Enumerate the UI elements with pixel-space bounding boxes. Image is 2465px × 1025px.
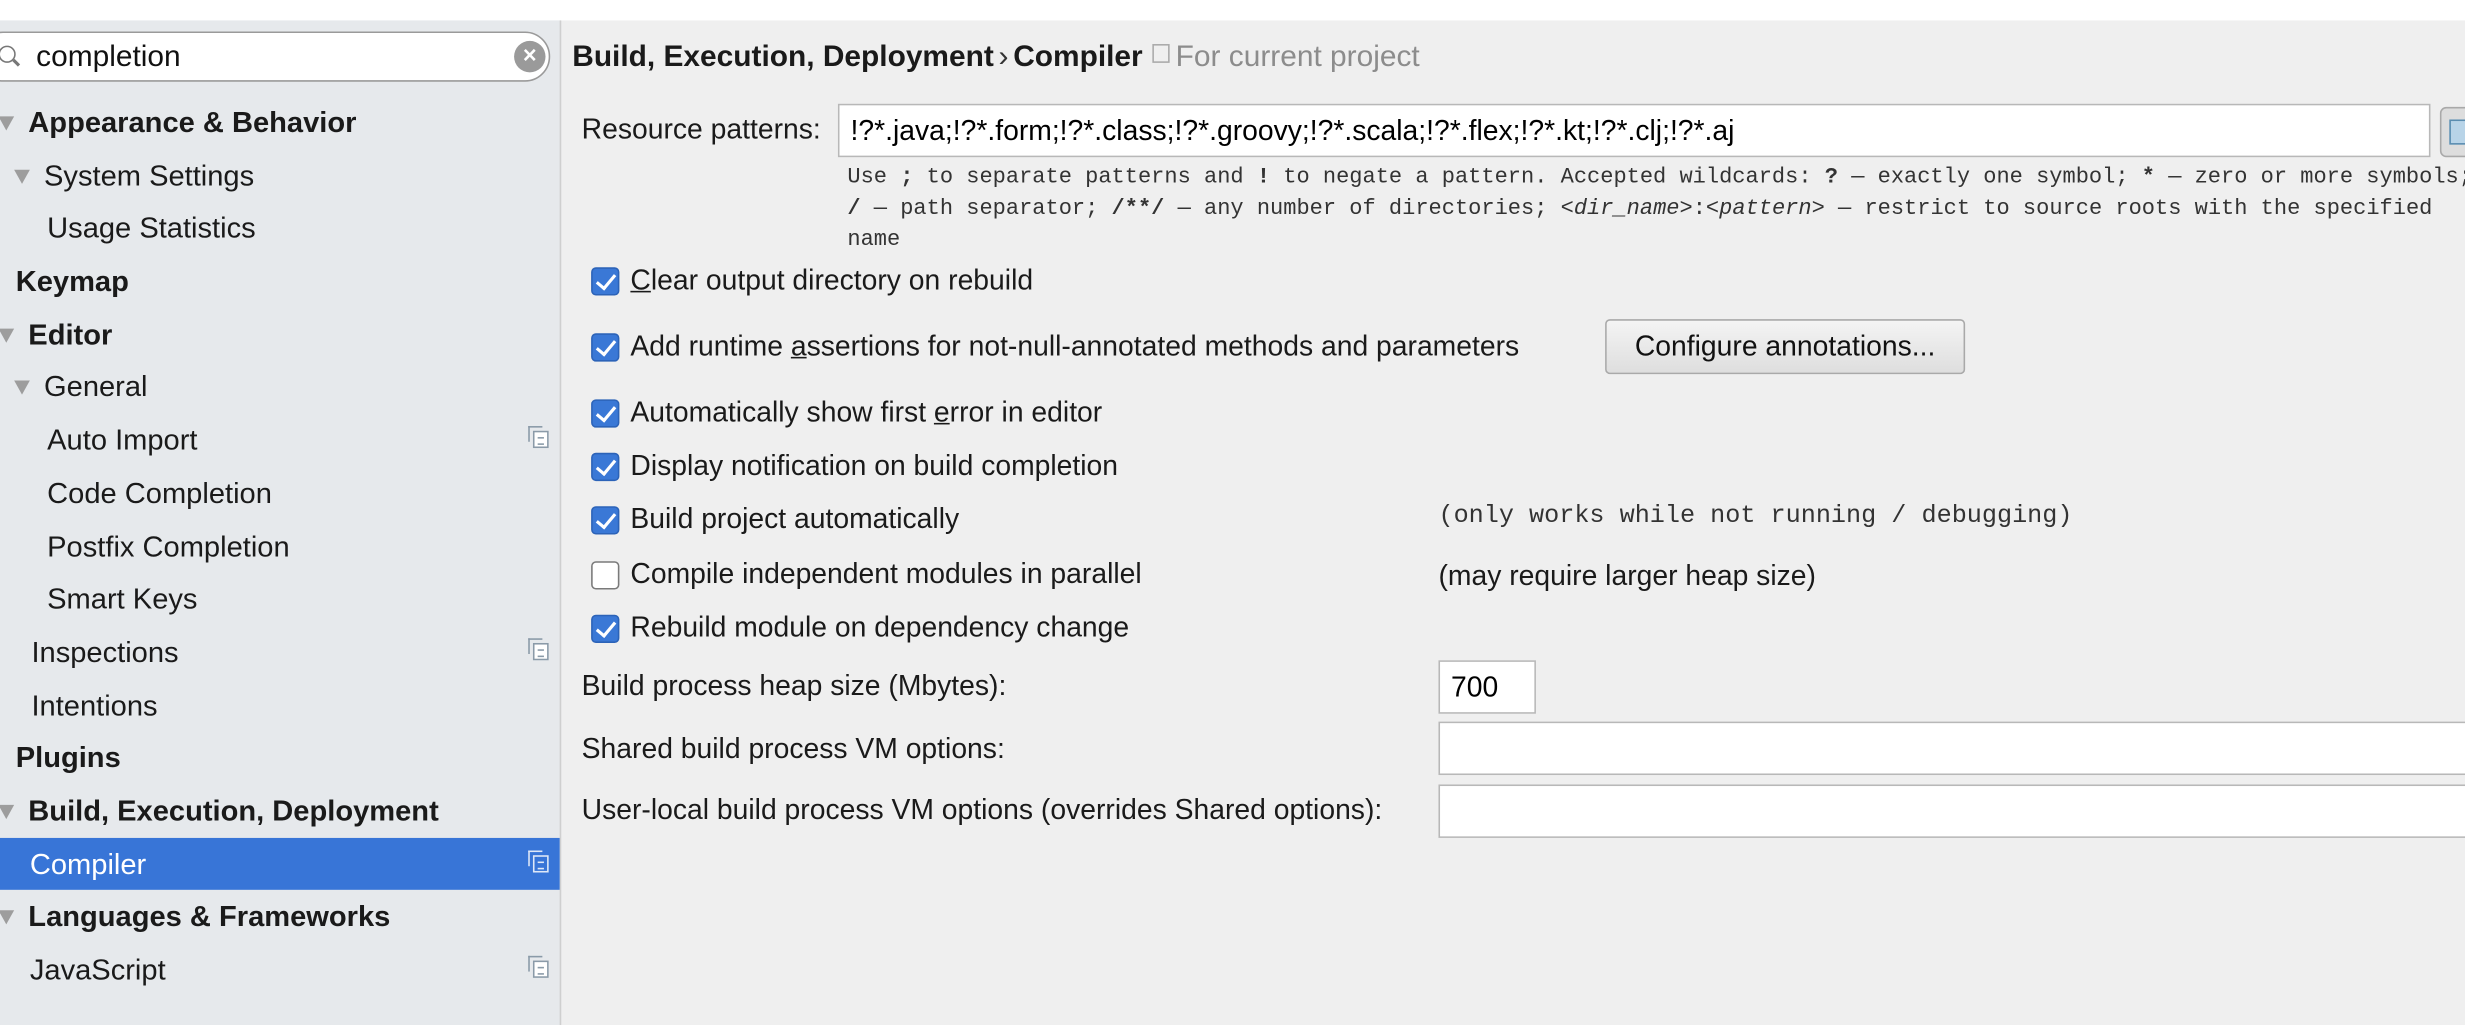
search-box[interactable]: × — [0, 31, 551, 82]
tree-item-javascript[interactable]: JavaScript — [0, 943, 560, 996]
tree-item-keymap[interactable]: Keymap — [0, 255, 560, 308]
project-scope-icon — [1152, 44, 1170, 63]
expand-arrow-icon[interactable] — [14, 381, 30, 396]
tree-item-postfix-completion[interactable]: Postfix Completion — [0, 520, 560, 573]
project-settings-icon — [528, 955, 549, 978]
tree-item-label: JavaScript — [29, 952, 166, 986]
auto-build-note: (only works while not running / debuggin… — [1438, 501, 2073, 530]
tree-item-label: Postfix Completion — [47, 529, 290, 563]
settings-tree: Appearance & Behavior System Settings Us… — [0, 96, 560, 996]
project-settings-icon — [528, 849, 549, 872]
tree-item-system-settings[interactable]: System Settings — [0, 149, 560, 202]
expand-arrow-icon[interactable] — [0, 328, 15, 343]
tree-item-languages-frameworks[interactable]: Languages & Frameworks — [0, 890, 560, 943]
settings-sidebar: × Appearance & Behavior System Settings … — [0, 20, 562, 1025]
checkbox-checked[interactable] — [591, 333, 620, 362]
tree-item-usage-statistics[interactable]: Usage Statistics — [0, 202, 560, 255]
user-vm-options-label: User-local build process VM options (ove… — [581, 793, 1383, 826]
resource-patterns-help: Use ; to separate patterns and ! to nega… — [847, 165, 2465, 254]
compiler-settings-panel: Build, Execution, Deployment › Compiler For… — [561, 20, 2465, 1025]
tree-item-label: Build, Execution, Deployment — [28, 793, 439, 827]
checkbox-label: Rebuild module on dependency change — [630, 611, 1130, 643]
resource-patterns-label: Resource patterns: — [581, 113, 821, 145]
tree-item-code-completion[interactable]: Code Completion — [0, 467, 560, 520]
heap-size-input[interactable] — [1438, 660, 1536, 714]
settings-dialog: × Appearance & Behavior System Settings … — [0, 0, 2465, 1025]
breadcrumb: Build, Execution, Deployment › Compiler For… — [572, 41, 1419, 76]
expand-arrow-icon[interactable] — [0, 116, 15, 131]
checkbox-checked[interactable] — [591, 399, 620, 428]
tree-item-editor[interactable]: Editor — [0, 308, 560, 361]
parallel-note: (may require larger heap size) — [1438, 559, 1816, 592]
expand-icon — [2449, 119, 2465, 145]
checkbox-checked[interactable] — [591, 267, 620, 296]
checkbox-label: Automatically show first error in editor — [630, 396, 1103, 428]
search-icon — [0, 45, 16, 63]
tree-item-plugins[interactable]: Plugins — [0, 731, 560, 784]
tree-item-label: Languages & Frameworks — [28, 899, 391, 933]
clear-search-icon[interactable]: × — [514, 40, 546, 73]
tree-item-compiler[interactable]: Compiler — [0, 837, 560, 891]
tree-item-label: Usage Statistics — [47, 211, 256, 245]
tree-item-label: General — [44, 370, 148, 404]
tree-item-label: Auto Import — [47, 423, 198, 457]
tree-item-label: Keymap — [15, 264, 129, 298]
tree-item-label: Code Completion — [47, 476, 272, 510]
shared-vm-options-label: Shared build process VM options: — [581, 732, 1005, 765]
tree-item-build-execution-deployment[interactable]: Build, Execution, Deployment — [0, 784, 560, 837]
checkbox-label: Clear output directory on rebuild — [630, 264, 1034, 296]
tree-item-label: Appearance & Behavior — [28, 105, 357, 139]
tree-item-label: Compiler — [29, 846, 147, 880]
search-input[interactable] — [33, 37, 480, 79]
checkbox-label: Add runtime assertions for not-null-anno… — [630, 330, 1520, 362]
project-settings-icon — [528, 426, 549, 449]
configure-annotations-button[interactable]: Configure annotations... — [1605, 319, 1966, 375]
checkbox-checked[interactable] — [591, 452, 620, 482]
tree-item-auto-import[interactable]: Auto Import — [0, 414, 560, 467]
shared-vm-options-input[interactable] — [1438, 721, 2465, 776]
checkbox-checked[interactable] — [591, 614, 620, 643]
tree-item-label: Smart Keys — [47, 581, 198, 615]
tree-item-appearance-behavior[interactable]: Appearance & Behavior — [0, 96, 560, 149]
user-vm-options-input[interactable] — [1438, 784, 2465, 838]
tree-item-label: Plugins — [15, 740, 121, 774]
scope-label: For current project — [1175, 40, 1420, 74]
checkbox-label: Compile independent modules in parallel — [630, 558, 1142, 590]
breadcrumb-parent: Build, Execution, Deployment — [572, 40, 994, 74]
tree-item-general[interactable]: General — [0, 361, 560, 414]
checkbox-label: Display notification on build completion — [630, 449, 1119, 482]
tree-item-label: System Settings — [44, 158, 255, 192]
expand-arrow-icon[interactable] — [0, 910, 15, 925]
page-title: Compiler — [1013, 40, 1143, 74]
checkbox-label: Build project automatically — [630, 503, 960, 535]
checkbox-unchecked[interactable] — [591, 561, 620, 590]
tree-item-inspections[interactable]: Inspections — [0, 625, 560, 678]
checkbox-checked[interactable] — [591, 506, 620, 535]
resource-patterns-input[interactable] — [837, 103, 2431, 158]
tree-item-intentions[interactable]: Intentions — [0, 678, 560, 731]
project-settings-icon — [528, 638, 549, 661]
tree-item-label: Inspections — [31, 634, 179, 668]
expand-arrow-icon[interactable] — [14, 169, 30, 184]
heap-size-label: Build process heap size (Mbytes): — [581, 669, 1007, 702]
tree-item-label: Editor — [28, 317, 113, 351]
tree-item-label: Intentions — [31, 687, 158, 721]
expand-field-button[interactable] — [2439, 106, 2465, 158]
expand-arrow-icon[interactable] — [0, 804, 15, 819]
tree-item-smart-keys[interactable]: Smart Keys — [0, 573, 560, 626]
title-bar — [0, 0, 2465, 21]
breadcrumb-separator: › — [998, 40, 1009, 74]
